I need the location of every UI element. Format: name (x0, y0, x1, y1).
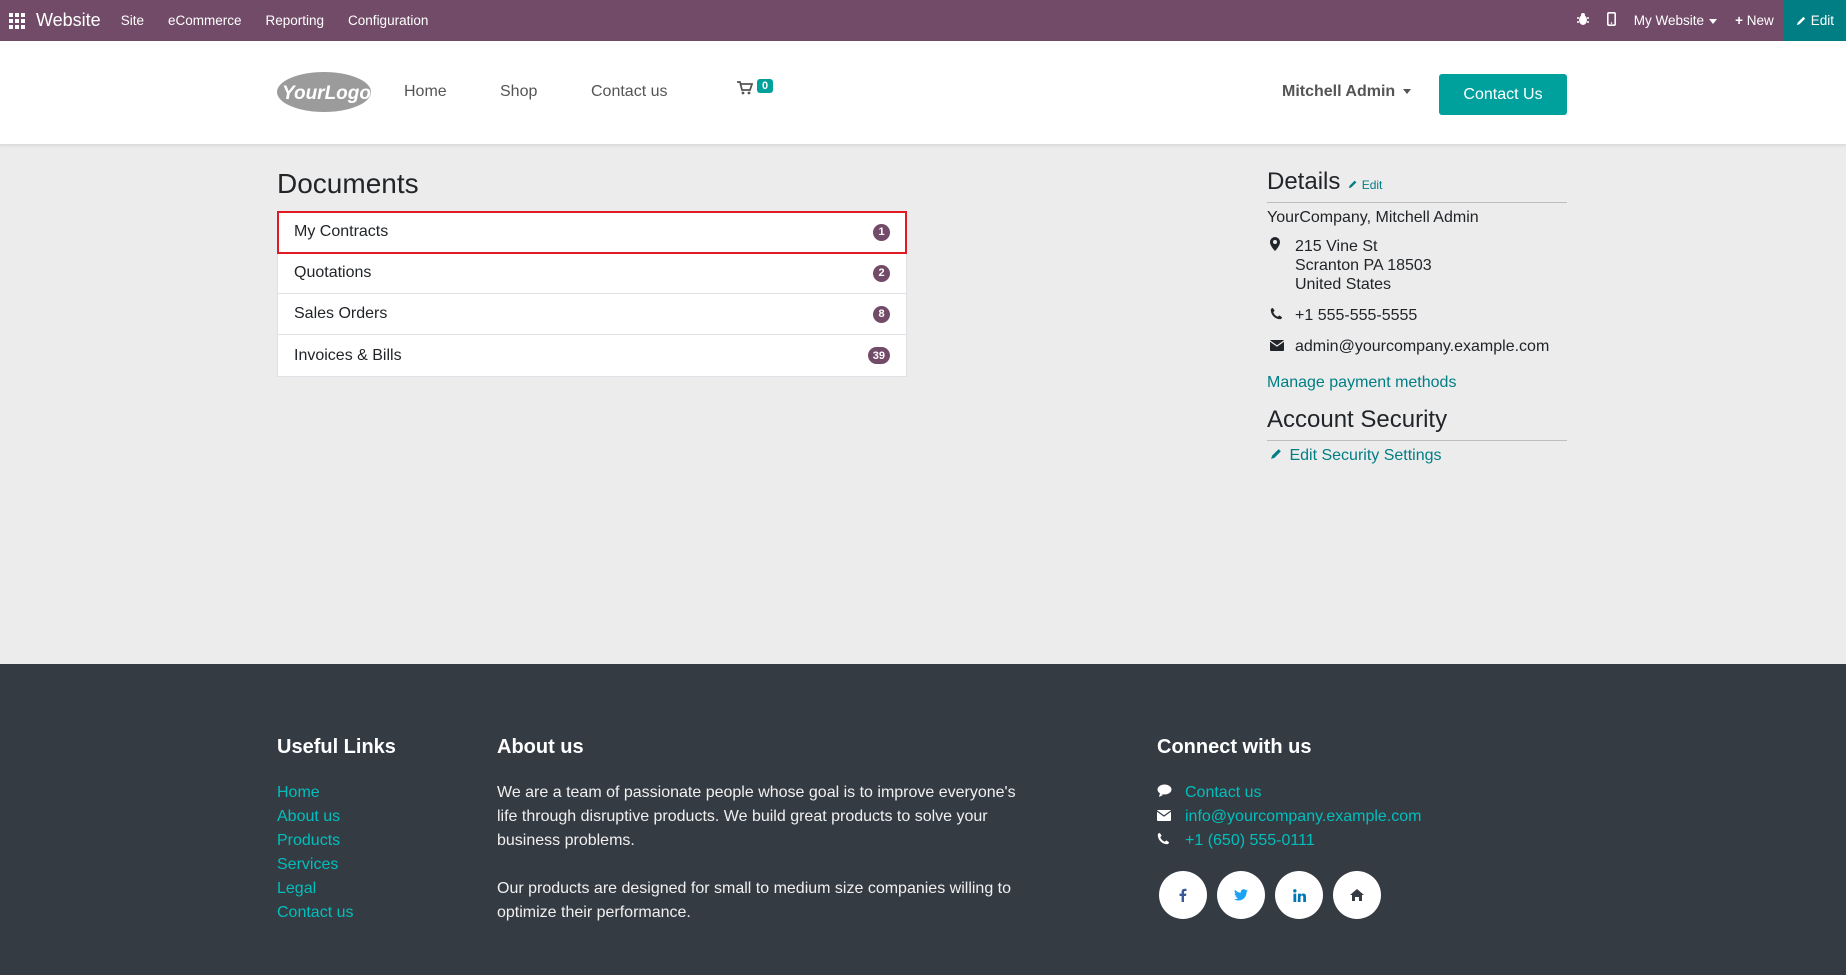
documents-title: Documents (277, 168, 419, 199)
connect-list: Contact us info@yourcompany.example.com … (1156, 781, 1422, 853)
odoo-navbar: Website Site eCommerce Reporting Configu… (0, 0, 1846, 41)
doc-item-invoices-bills[interactable]: Invoices & Bills 39 (278, 335, 906, 376)
details-panel: Details Edit YourCompany, Mitchell Admin… (1267, 168, 1567, 465)
connect-email-link[interactable]: info@yourcompany.example.com (1185, 805, 1422, 829)
footer-link-products[interactable]: Products (277, 829, 353, 853)
useful-links-title: Useful Links (277, 736, 396, 758)
useful-links-list: Home About us Products Services Legal Co… (277, 781, 353, 925)
details-header: Details Edit (1267, 168, 1567, 203)
contact-us-button[interactable]: Contact Us (1439, 74, 1567, 115)
edit-label: Edit (1810, 13, 1834, 28)
doc-count-badge: 8 (873, 305, 890, 323)
address-line-1: 215 Vine St (1295, 238, 1378, 255)
nav-contact-us[interactable]: Contact us (591, 83, 667, 101)
edit-label: Edit (1361, 178, 1383, 192)
menu-reporting[interactable]: Reporting (266, 13, 325, 28)
about-paragraph-2: Our products are designed for small to m… (497, 880, 1012, 921)
phone-icon (1267, 306, 1295, 325)
home-icon[interactable] (1333, 871, 1381, 919)
app-brand[interactable]: Website (36, 10, 101, 31)
website-selector[interactable]: My Website (1633, 13, 1718, 28)
footer-link-services[interactable]: Services (277, 853, 353, 877)
phone-icon (1157, 829, 1185, 853)
doc-item-label: Quotations (294, 264, 372, 281)
caret-down-icon (1403, 89, 1412, 95)
connect-title: Connect with us (1157, 736, 1312, 758)
email-value: admin@yourcompany.example.com (1295, 338, 1550, 355)
social-links (1159, 871, 1381, 919)
site-footer: Useful Links Home About us Products Serv… (0, 664, 1846, 975)
envelope-icon (1267, 337, 1295, 356)
about-us-title: About us (497, 736, 584, 758)
edit-details-link[interactable]: Edit (1348, 178, 1382, 192)
cart-icon[interactable] (737, 81, 754, 100)
email-row: admin@yourcompany.example.com (1267, 337, 1567, 356)
footer-link-home[interactable]: Home (277, 781, 353, 805)
linkedin-icon[interactable] (1275, 871, 1323, 919)
doc-item-my-contracts[interactable]: My Contracts 1 (277, 211, 907, 254)
menu-ecommerce[interactable]: eCommerce (168, 13, 242, 28)
account-security-title: Account Security (1267, 406, 1567, 441)
website-header: YourLogo Home Shop Contact us 0 Mitchell… (0, 41, 1846, 145)
connect-email-row: info@yourcompany.example.com (1156, 805, 1422, 829)
plus-icon: + (1735, 13, 1743, 28)
connect-phone-row: +1 (650) 555-0111 (1157, 829, 1422, 853)
nav-home[interactable]: Home (404, 83, 447, 101)
doc-item-quotations[interactable]: Quotations 2 (278, 253, 906, 294)
doc-count-badge: 39 (867, 347, 890, 364)
doc-count-badge: 2 (873, 264, 890, 282)
doc-count-badge: 1 (873, 223, 890, 241)
edit-security-settings-link[interactable]: Edit Security Settings (1267, 447, 1567, 465)
manage-payment-methods-link[interactable]: Manage payment methods (1267, 374, 1567, 392)
mobile-preview-icon[interactable] (1606, 12, 1616, 29)
new-content-button[interactable]: + New (1735, 13, 1774, 28)
caret-down-icon (1709, 18, 1718, 24)
footer-link-contact-us[interactable]: Contact us (277, 901, 353, 925)
company-name: YourCompany, Mitchell Admin (1267, 209, 1479, 226)
site-logo[interactable]: YourLogo (276, 71, 372, 113)
envelope-icon (1156, 805, 1185, 829)
pencil-icon (1349, 180, 1357, 189)
pencil-icon (1271, 449, 1281, 459)
comment-icon (1157, 781, 1185, 805)
about-paragraph-1: We are a team of passionate people whose… (497, 784, 1016, 849)
connect-contact-row: Contact us (1157, 781, 1422, 805)
user-menu[interactable]: Mitchell Admin (1282, 83, 1412, 101)
doc-item-label: My Contracts (294, 223, 389, 240)
user-name: Mitchell Admin (1282, 83, 1396, 100)
logo-text: YourLogo (282, 83, 371, 104)
doc-item-sales-orders[interactable]: Sales Orders 8 (278, 294, 906, 335)
doc-item-label: Sales Orders (294, 305, 388, 322)
address-row: 215 Vine St Scranton PA 18503 United Sta… (1267, 237, 1567, 294)
nav-shop[interactable]: Shop (500, 83, 537, 101)
doc-item-label: Invoices & Bills (294, 346, 402, 364)
website-selector-label: My Website (1633, 13, 1705, 28)
details-title: Details (1267, 168, 1341, 195)
twitter-icon[interactable] (1217, 871, 1265, 919)
map-marker-icon (1267, 237, 1295, 294)
documents-list: My Contracts 1 Quotations 2 Sales Orders… (277, 211, 907, 377)
phone-value: +1 555-555-5555 (1295, 307, 1418, 324)
footer-link-about-us[interactable]: About us (277, 805, 353, 829)
facebook-icon[interactable] (1159, 871, 1207, 919)
pencil-icon (1796, 16, 1805, 26)
connect-contact-link[interactable]: Contact us (1185, 781, 1261, 805)
phone-row: +1 555-555-5555 (1267, 306, 1567, 325)
menu-site[interactable]: Site (121, 13, 144, 28)
apps-menu-icon[interactable] (0, 0, 34, 41)
security-link-label: Edit Security Settings (1289, 447, 1442, 464)
connect-phone-link[interactable]: +1 (650) 555-0111 (1185, 829, 1315, 853)
new-label: New (1746, 13, 1774, 28)
menu-configuration[interactable]: Configuration (348, 13, 428, 28)
about-us-text: We are a team of passionate people whose… (497, 781, 1027, 925)
debug-bug-icon[interactable] (1576, 12, 1589, 29)
cart-count-badge: 0 (757, 79, 774, 93)
edit-website-button[interactable]: Edit (1783, 0, 1846, 41)
footer-link-legal[interactable]: Legal (277, 877, 353, 901)
address-line-2: Scranton PA 18503 (1295, 257, 1432, 274)
address-line-3: United States (1295, 276, 1392, 293)
